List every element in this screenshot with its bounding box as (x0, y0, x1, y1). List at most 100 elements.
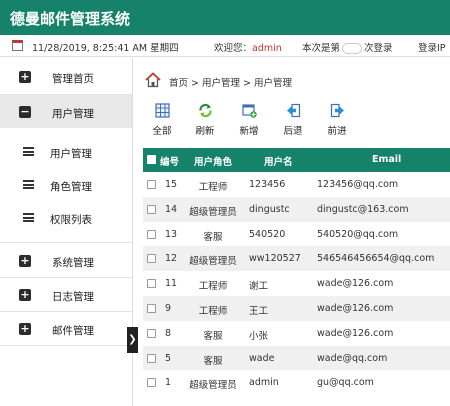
row-checkbox[interactable] (147, 378, 156, 388)
cell-username: dingustc (249, 203, 290, 215)
nav-item-label: 系统管理 (52, 257, 94, 269)
table-row[interactable]: 5 客服 wade wade@qq.com (143, 345, 450, 371)
expand-icon: + (19, 70, 31, 83)
cell-role: 工程师 (198, 182, 228, 193)
sub-item-label: 角色管理 (50, 181, 92, 193)
expand-icon: + (19, 288, 31, 301)
back-icon (286, 103, 300, 118)
cell-id: 13 (165, 228, 178, 240)
app-title: 德曼邮件管理系统 (10, 10, 131, 28)
sub-item-users[interactable]: 用户管理 (0, 136, 132, 168)
row-checkbox[interactable] (147, 328, 156, 338)
expand-icon: + (19, 322, 31, 335)
cell-username: 540520 (249, 228, 286, 240)
visit-count-badge (342, 43, 363, 54)
header-id: 编号 (160, 157, 180, 168)
sub-item-roles[interactable]: 角色管理 (0, 169, 132, 201)
refresh-label: 刷新 (195, 126, 215, 137)
nav-item-home[interactable]: + 管理首页 (0, 60, 132, 93)
table-header: 编号 用户角色 用户名 Email (143, 148, 450, 172)
row-checkbox[interactable] (147, 229, 156, 239)
refresh-button[interactable]: 刷新 (188, 100, 222, 140)
sidebar-collapse-button[interactable]: ❯ (127, 327, 138, 353)
header-role: 用户角色 (194, 157, 233, 168)
info-bar: 11/28/2019, 8:25:41 AM 星期四 欢迎您：admin 本次是… (0, 35, 450, 57)
sub-item-permissions[interactable]: 权限列表 (0, 202, 132, 234)
table-row[interactable]: 9 工程师 王工 wade@126.com (143, 296, 450, 321)
back-label: 后退 (283, 126, 303, 137)
home-icon[interactable] (145, 72, 161, 88)
cell-email: wade@126.com (317, 303, 394, 314)
sub-item-label: 用户管理 (50, 148, 92, 160)
forward-button[interactable]: 前进 (320, 100, 354, 140)
cell-id: 9 (165, 303, 172, 314)
add-button[interactable]: 新增 (232, 100, 266, 140)
row-checkbox[interactable] (147, 204, 156, 214)
cell-role: 超级管理员 (189, 380, 237, 392)
show-all-label: 全部 (152, 126, 172, 137)
cell-role: 客服 (203, 231, 223, 243)
cell-email: 123456@qq.com (317, 179, 399, 190)
cell-role: 超级管理员 (189, 206, 237, 218)
show-all-button[interactable]: 全部 (145, 100, 179, 140)
cell-id: 14 (165, 203, 178, 215)
table-row[interactable]: 15 工程师 123456 123456@qq.com (143, 172, 450, 197)
nav-item-label: 管理首页 (52, 73, 94, 85)
cell-id: 12 (165, 253, 178, 265)
cell-id: 1 (165, 377, 172, 389)
table-icon (154, 103, 170, 118)
cell-role: 工程师 (198, 281, 228, 293)
cell-role: 工程师 (198, 306, 228, 317)
cell-role: 客服 (203, 355, 223, 367)
cell-username: admin (249, 377, 279, 389)
cell-username: 123456 (249, 179, 286, 190)
cell-username: ww120527 (249, 253, 301, 265)
refresh-icon (198, 103, 212, 118)
visit-suffix: 次登录 (364, 43, 393, 54)
forward-label: 前进 (327, 126, 347, 137)
cell-id: 8 (165, 327, 172, 339)
breadcrumb-path: 首页 > 用户管理 > 用户管理 (169, 78, 292, 89)
cell-id: 5 (165, 352, 172, 364)
nav-item-label: 日志管理 (52, 291, 94, 303)
nav-item-logs[interactable]: + 日志管理 (0, 278, 132, 311)
nav-item-mail[interactable]: + 邮件管理 (0, 312, 132, 345)
app-header: 德曼邮件管理系统 (0, 0, 450, 35)
divider (0, 242, 132, 243)
cell-username: 谢工 (249, 281, 269, 293)
cell-username: wade (249, 352, 275, 364)
current-datetime: 11/28/2019, 8:25:41 AM 星期四 (32, 43, 179, 54)
nav-item-label: 用户管理 (52, 108, 94, 120)
list-icon (23, 147, 34, 156)
table-row[interactable]: 13 客服 540520 540520@qq.com (143, 222, 450, 247)
table-row[interactable]: 1 超级管理员 admin gu@qq.com (143, 370, 450, 395)
cell-id: 11 (165, 278, 178, 290)
welcome-prefix: 欢迎您： (214, 43, 253, 54)
select-all-checkbox[interactable] (147, 155, 156, 164)
list-icon (23, 213, 34, 222)
header-username: 用户名 (264, 157, 293, 168)
cell-username: 小张 (249, 330, 269, 342)
row-checkbox[interactable] (147, 304, 156, 313)
row-checkbox[interactable] (147, 279, 156, 289)
back-button[interactable]: 后退 (276, 100, 310, 140)
row-checkbox[interactable] (147, 180, 156, 189)
cell-id: 15 (165, 179, 178, 190)
cell-email: 546546456654@qq.com (317, 253, 435, 265)
table-row[interactable]: 8 客服 小张 wade@126.com (143, 321, 450, 346)
nav-item-system[interactable]: + 系统管理 (0, 244, 132, 277)
login-ip-label: 登录IP (418, 43, 446, 54)
calendar-icon (12, 40, 23, 51)
table-row[interactable]: 12 超级管理员 ww120527 546546456654@qq.com (143, 246, 450, 272)
row-checkbox[interactable] (147, 254, 156, 264)
table-row[interactable]: 14 超级管理员 dingustc dingustc@163.com (143, 196, 450, 222)
cell-email: wade@qq.com (317, 352, 388, 364)
table-row[interactable]: 11 工程师 谢工 wade@126.com (143, 271, 450, 296)
nav-item-user-management[interactable]: − 用户管理 (0, 95, 132, 128)
cell-role: 客服 (203, 330, 223, 342)
cell-email: dingustc@163.com (317, 203, 409, 215)
visit-count-text: 本次是第 次登录 (302, 40, 393, 54)
row-checkbox[interactable] (147, 353, 156, 363)
expand-icon: + (19, 254, 31, 267)
sub-item-label: 权限列表 (50, 214, 92, 226)
